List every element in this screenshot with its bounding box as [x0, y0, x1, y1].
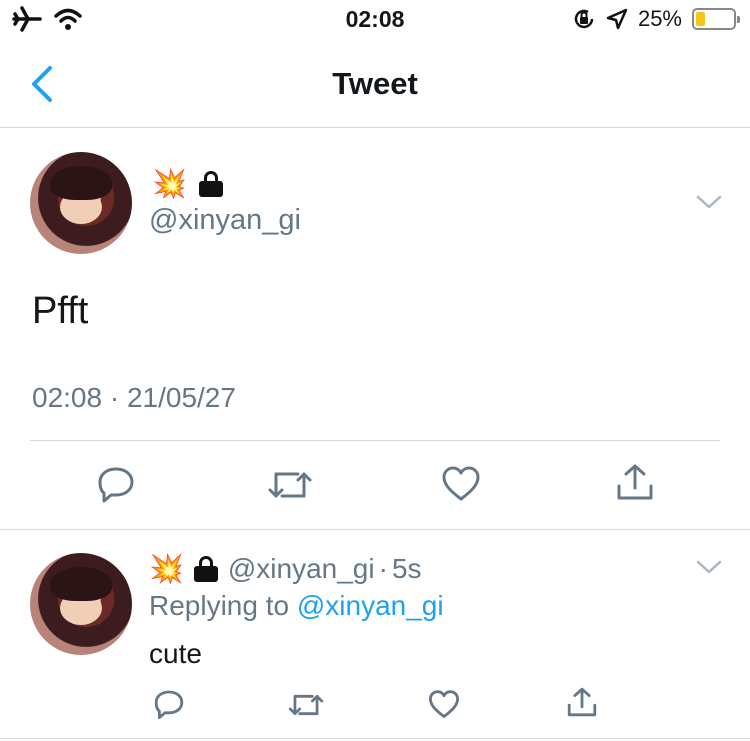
reply-age: 5s: [391, 553, 422, 584]
share-icon[interactable]: [566, 686, 598, 718]
lock-icon: [193, 556, 218, 582]
battery-percent: 25%: [637, 6, 682, 31]
nav-bar: Tweet: [0, 40, 750, 128]
share-icon[interactable]: [615, 462, 655, 502]
bottom-divider: [0, 738, 750, 739]
avatar[interactable]: [30, 152, 132, 254]
tweet-text: Pfft: [32, 290, 89, 332]
chevron-down-icon[interactable]: [695, 192, 723, 212]
retweet-icon[interactable]: [288, 690, 324, 720]
status-bar: 02:08 25%: [0, 0, 750, 40]
display-name-emoji: 💥: [152, 168, 187, 199]
reply-display-name-emoji: 💥: [149, 553, 184, 584]
reply-text: cute: [149, 638, 202, 669]
reply-icon[interactable]: [153, 688, 185, 720]
rotation-lock-icon: [574, 9, 594, 29]
page-title: Tweet: [332, 66, 418, 101]
replying-prefix: Replying to: [149, 590, 290, 621]
chevron-down-icon[interactable]: [695, 557, 723, 577]
section-divider: [0, 529, 750, 530]
reply-dot: ·: [378, 553, 388, 584]
tweet-timestamp[interactable]: 02:08 · 21/05/27: [32, 382, 236, 414]
reply-header: 💥 @xinyan_gi · 5s: [149, 553, 422, 585]
reply-icon[interactable]: [96, 464, 136, 504]
like-icon[interactable]: [428, 690, 460, 719]
retweet-icon[interactable]: [268, 466, 312, 504]
reply-handle[interactable]: @xinyan_gi: [228, 553, 375, 585]
like-icon[interactable]: [442, 466, 480, 501]
tweet-handle[interactable]: @xinyan_gi: [149, 204, 301, 237]
battery-icon: [692, 8, 740, 30]
divider: [30, 440, 720, 441]
location-arrow-icon: [606, 8, 628, 30]
replying-to: Replying to @xinyan_gi: [149, 590, 444, 622]
replying-mention-link[interactable]: @xinyan_gi: [297, 590, 444, 621]
status-right: 25%: [572, 6, 740, 32]
tweet-name-row: 💥: [152, 170, 223, 198]
battery-level-fill: [696, 12, 705, 26]
lock-icon: [198, 171, 223, 197]
reply-avatar[interactable]: [30, 553, 132, 655]
